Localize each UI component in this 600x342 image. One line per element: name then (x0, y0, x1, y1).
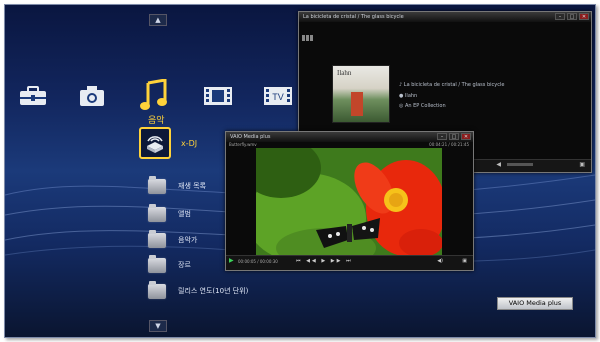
video-right-time: 00:04:21 / 00:21:45 (429, 142, 469, 147)
menu-icon (302, 35, 313, 41)
music-window-menu-icon[interactable] (302, 26, 314, 45)
play-icon[interactable]: ▶ (229, 257, 234, 264)
artist-name: ● Ilahn (399, 93, 418, 99)
artist-name-text: Ilahn (404, 93, 418, 99)
menu-item-artist[interactable]: 음악가 (148, 229, 198, 250)
album-name-text: An EP Collection (404, 103, 446, 109)
menu-item-label: 음악가 (178, 236, 198, 244)
menu-item-genre[interactable]: 장르 (148, 254, 191, 275)
category-tools[interactable] (16, 81, 50, 111)
menu-item-label: 장르 (178, 261, 191, 269)
maximize-button[interactable]: □ (567, 13, 577, 20)
minimize-button[interactable]: – (555, 13, 565, 20)
menu-item-label: 릴리스 연도(10년 단위) (178, 287, 249, 295)
video-player-window[interactable]: VAIO Media plus – □ ✕ Butterfly.wmv 00:0… (225, 131, 474, 271)
album-art: Ilahn (332, 65, 390, 123)
video-elapsed-time: 00:00:05 / 00:00:30 (238, 259, 278, 264)
fullscreen-icon[interactable]: ▣ (579, 161, 585, 168)
scroll-up-icon[interactable]: ▲ (149, 14, 167, 26)
folder-icon (148, 280, 166, 299)
folder-icon (148, 254, 166, 273)
track-title-text: La bicicleta de cristal / The glass bicy… (403, 82, 505, 88)
close-button[interactable]: ✕ (579, 13, 589, 20)
x-dj-button[interactable] (139, 127, 171, 159)
menu-item-release-decade[interactable]: 릴리스 연도(10년 단위) (148, 280, 249, 301)
transport-controls[interactable]: ⏮ ◀◀ ▶ ▶▶ ⏭ (296, 258, 353, 264)
album-art-figure (351, 92, 363, 116)
camera-icon (80, 86, 104, 106)
menu-item-label: 앨범 (178, 210, 191, 218)
folder-icon (148, 229, 166, 248)
volume-icon[interactable]: ◀) (437, 258, 443, 264)
music-note-icon (140, 79, 167, 110)
film-icon (204, 87, 232, 105)
category-music[interactable] (137, 77, 171, 113)
toolbox-icon (20, 86, 46, 105)
category-video[interactable] (201, 81, 235, 111)
folder-icon (148, 175, 166, 194)
category-photo[interactable] (75, 81, 109, 111)
category-tv[interactable]: TV (261, 81, 295, 111)
vaio-media-plus-badge: VAIO Media plus (497, 297, 573, 310)
album-name: ◎ An EP Collection (399, 103, 446, 109)
track-title: ♪ La bicicleta de cristal / The glass bi… (399, 82, 505, 88)
volume-icon[interactable]: ◀ (496, 161, 501, 168)
xmb-media-screen: ▲ ▼ 음악 TV x-DJ 재생 목록 앨범 음악가 장르 릴리스 연도(10… (4, 4, 596, 338)
x-dj-label: x-DJ (181, 139, 198, 148)
video-file-name: Butterfly.wmv (229, 142, 257, 147)
maximize-button[interactable]: □ (449, 133, 459, 140)
video-window-titlebar[interactable]: VAIO Media plus – □ ✕ (226, 132, 473, 142)
menu-item-album[interactable]: 앨범 (148, 203, 191, 224)
close-button[interactable]: ✕ (461, 133, 471, 140)
music-window-title: La bicicleta de cristal / The glass bicy… (303, 14, 404, 20)
music-category-label: 음악 (148, 116, 165, 126)
x-dj-icon (147, 136, 163, 153)
album-art-text: Ilahn (337, 69, 352, 77)
video-window-title: VAIO Media plus (230, 134, 271, 140)
video-frame-butterfly (256, 148, 442, 256)
folder-icon (148, 203, 166, 222)
volume-slider[interactable] (507, 163, 533, 166)
fullscreen-icon[interactable]: ▣ (462, 258, 467, 264)
menu-item-playlist[interactable]: 재생 목록 (148, 175, 206, 196)
video-controls-bar: ▶ 00:00:05 / 00:00:30 ⏮ ◀◀ ▶ ▶▶ ⏭ ◀) ▣ (226, 255, 473, 270)
minimize-button[interactable]: – (437, 133, 447, 140)
tv-icon-label: TV (272, 92, 284, 102)
scroll-down-icon[interactable]: ▼ (149, 320, 167, 332)
tv-icon: TV (264, 87, 292, 105)
music-window-titlebar[interactable]: La bicicleta de cristal / The glass bicy… (299, 12, 591, 22)
menu-item-label: 재생 목록 (178, 182, 206, 190)
